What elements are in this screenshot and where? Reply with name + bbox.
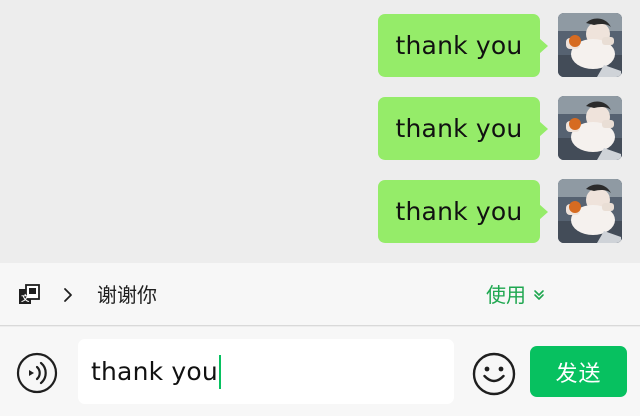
message-input[interactable]: thank you xyxy=(78,339,454,404)
message-bubble[interactable]: thank you xyxy=(378,13,548,77)
chat-history[interactable]: thank you thank you thank you xyxy=(0,0,640,263)
message-text: thank you xyxy=(395,196,523,226)
use-translation-button[interactable]: 使用 xyxy=(486,282,545,308)
avatar-photo xyxy=(558,13,622,77)
svg-text:文: 文 xyxy=(21,293,30,303)
translation-result: 谢谢你 xyxy=(97,283,157,307)
avatar-photo xyxy=(558,179,622,243)
message-bubble[interactable]: thank you xyxy=(378,179,548,243)
text-cursor xyxy=(218,354,221,389)
message-row-1: thank you xyxy=(378,13,622,77)
message-row-3: thank you xyxy=(378,179,622,243)
send-button[interactable]: 发送 xyxy=(530,346,627,397)
chevron-down-icon xyxy=(534,290,544,300)
message-text: thank you xyxy=(395,113,523,143)
voice-icon[interactable] xyxy=(16,352,58,394)
smiley-icon[interactable] xyxy=(472,352,516,396)
avatar[interactable] xyxy=(558,13,622,77)
message-text: thank you xyxy=(395,30,523,60)
translate-icon[interactable]: 文 xyxy=(18,284,40,306)
avatar-photo xyxy=(558,96,622,160)
message-input-text: thank you xyxy=(91,357,218,386)
message-row-2: thank you xyxy=(378,96,622,160)
use-translation-label: 使用 xyxy=(486,283,526,307)
message-bubble[interactable]: thank you xyxy=(378,96,548,160)
chevron-right-icon[interactable] xyxy=(62,286,74,304)
avatar[interactable] xyxy=(558,96,622,160)
avatar[interactable] xyxy=(558,179,622,243)
